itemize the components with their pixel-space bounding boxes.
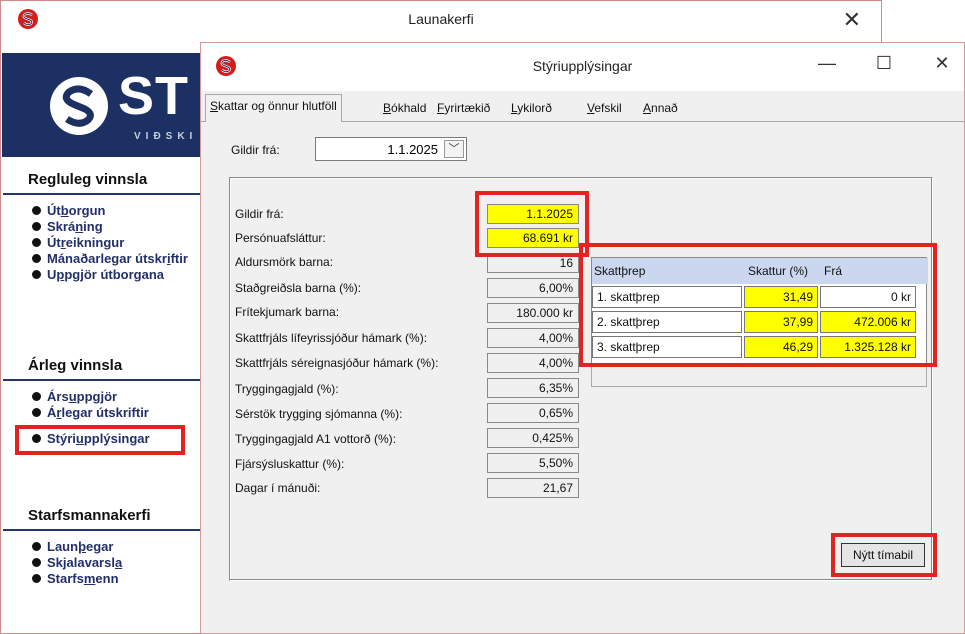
label-pension-max: Skattfrjáls lífeyrissjóður hámark (%):: [235, 331, 428, 345]
social-security-tax-field[interactable]: 6,35%: [487, 378, 579, 398]
label-financial-activity-tax: Fjársýsluskattur (%):: [235, 457, 345, 471]
tab-web-delivery[interactable]: Vefskil: [583, 97, 626, 121]
nav-item-monthly-reports[interactable]: Mánaðarlegar útskriftir: [32, 251, 188, 267]
banner-logo-text: ST: [118, 66, 190, 126]
days-per-month-field[interactable]: 21,67: [487, 478, 579, 498]
nav-item-utreikningur[interactable]: Útreikningur: [32, 235, 124, 251]
close-button[interactable]: ✕: [927, 53, 957, 74]
nav-item-utborgun[interactable]: Útborgun: [32, 203, 106, 219]
bullet-icon: [32, 574, 41, 583]
section-title-regular: Regluleg vinnsla: [28, 171, 148, 188]
label-personal-allowance: Persónuafsláttur:: [235, 231, 326, 245]
section-divider: [3, 193, 213, 195]
chevron-down-icon[interactable]: ﹀: [444, 140, 464, 158]
section-divider: [3, 529, 213, 531]
label-age-limit-children: Aldursmörk barna:: [235, 255, 334, 269]
maximize-button[interactable]: ☐: [869, 53, 899, 74]
label-seamen-insurance: Sérstök trygging sjómanna (%):: [235, 407, 403, 421]
section-divider: [3, 379, 213, 381]
tab-taxes[interactable]: Skattar og önnur hlutföll: [205, 94, 342, 122]
seamen-insurance-field[interactable]: 0,65%: [487, 403, 579, 423]
bullet-icon: [32, 392, 41, 401]
tab-other[interactable]: Annað: [639, 97, 682, 121]
child-withholding-field[interactable]: 6,00%: [487, 278, 579, 298]
nav-item-employees[interactable]: Starfsmenn: [32, 571, 119, 587]
dialog-body: Skattar og önnur hlutföll Bókhald Fyrirt…: [201, 91, 964, 633]
effective-date-label: Gildir frá:: [231, 143, 280, 157]
dialog-title: Stýriupplýsingar: [532, 58, 633, 74]
label-a1-certificate-tax: Tryggingagjald A1 vottorð (%):: [235, 432, 396, 446]
section-title-staff: Starfsmannakerfi: [28, 507, 151, 524]
banner-logo-subtext: VIÐSKI: [134, 131, 198, 142]
main-close-button[interactable]: ✕: [843, 7, 861, 33]
private-pension-max-field[interactable]: 4,00%: [487, 353, 579, 373]
effective-date-value: 1.1.2025: [387, 142, 438, 157]
minimize-button[interactable]: —: [812, 53, 842, 74]
pension-max-field[interactable]: 4,00%: [487, 328, 579, 348]
nav-item-annual-reports[interactable]: Árlegar útskriftir: [32, 405, 149, 421]
annotation-highlight-sidebar: [15, 425, 185, 455]
annotation-highlight-button: [831, 533, 937, 577]
bullet-icon: [32, 542, 41, 551]
main-window-title: Launakerfi: [408, 11, 474, 27]
a1-certificate-tax-field[interactable]: 0,425%: [487, 428, 579, 448]
nav-item-payout-settlement[interactable]: Uppgjör útborgana: [32, 267, 164, 283]
brand-banner: ST VIÐSKI: [2, 53, 212, 157]
dialog-title-bar: Stýriupplýsingar — ☐ ✕: [201, 43, 964, 91]
main-title-bar: Launakerfi ✕: [1, 1, 881, 37]
nav-item-skraning[interactable]: Skráning: [32, 219, 103, 235]
nav-item-year-end[interactable]: Ársuppgjör: [32, 389, 117, 405]
label-days-per-month: Dagar í mánuði:: [235, 481, 321, 495]
label-valid-from: Gildir frá:: [235, 207, 284, 221]
child-income-threshold-field[interactable]: 180.000 kr: [487, 303, 579, 323]
table-footer: [591, 365, 927, 387]
nav-item-launthegar[interactable]: Launþegar: [32, 539, 113, 555]
tab-company[interactable]: Fyrirtækið: [433, 97, 494, 121]
label-child-withholding: Staðgreiðsla barna (%):: [235, 281, 362, 295]
bullet-icon: [32, 408, 41, 417]
settings-dialog: Stýriupplýsingar — ☐ ✕ Skattar og önnur …: [200, 42, 965, 634]
nav-item-document-storage[interactable]: Skjalavarsla: [32, 555, 122, 571]
financial-activity-tax-field[interactable]: 5,50%: [487, 453, 579, 473]
bullet-icon: [32, 222, 41, 231]
annotation-highlight-fields: [475, 191, 589, 257]
sidebar: Regluleg vinnsla Útborgun Skráning Útrei…: [2, 157, 213, 633]
section-title-annual: Árleg vinnsla: [28, 357, 123, 374]
bullet-icon: [32, 238, 41, 247]
s-logo-large-icon: [50, 77, 108, 135]
tab-password[interactable]: Lykilorð: [507, 97, 556, 121]
tab-bookkeeping[interactable]: Bókhald: [379, 97, 430, 121]
bullet-icon: [32, 270, 41, 279]
annotation-highlight-table: [579, 243, 937, 367]
label-child-income-threshold: Frítekjumark barna:: [235, 305, 340, 319]
label-social-security-tax: Tryggingagjald (%):: [235, 382, 339, 396]
bullet-icon: [32, 254, 41, 263]
bullet-icon: [32, 206, 41, 215]
effective-date-select[interactable]: 1.1.2025 ﹀: [315, 137, 467, 161]
bullet-icon: [32, 558, 41, 567]
label-private-pension-max: Skattfrjáls séreignasjóður hámark (%):: [235, 356, 439, 370]
